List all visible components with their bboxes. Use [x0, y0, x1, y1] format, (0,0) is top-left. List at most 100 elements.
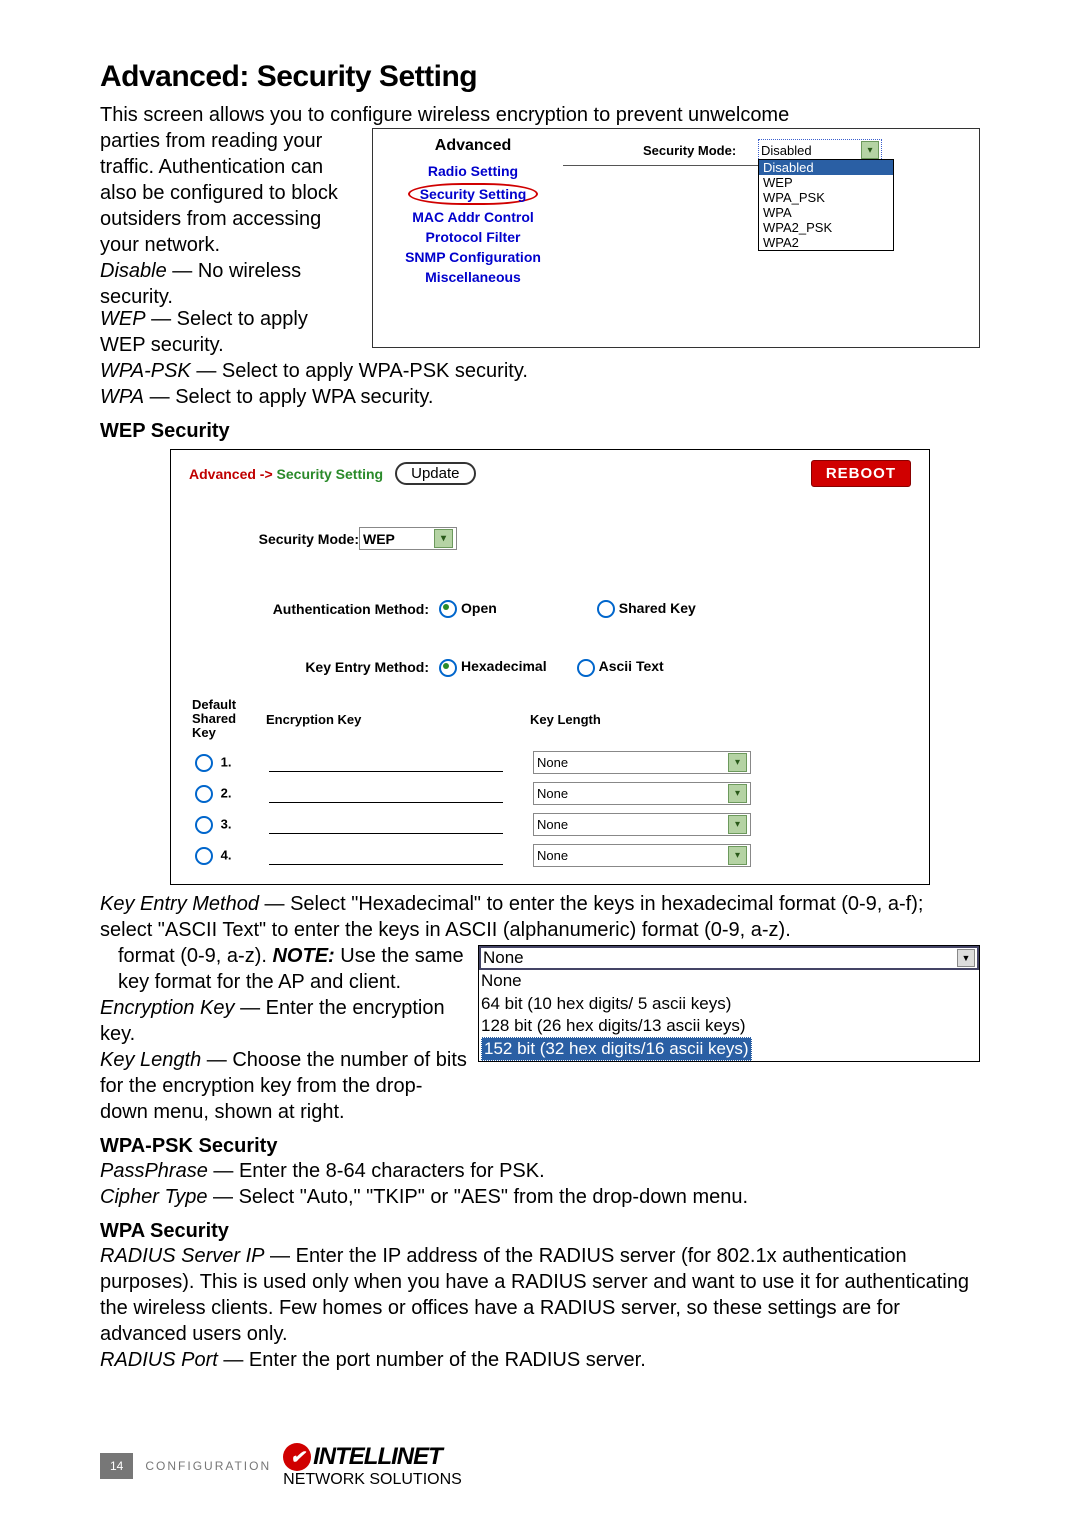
row-num-1: 1. — [221, 754, 232, 769]
kem-hex-radio[interactable] — [439, 659, 457, 677]
auth-open-radio[interactable] — [439, 600, 457, 618]
brand-name: INTELLINET — [313, 1443, 442, 1471]
adv-link-radio[interactable]: Radio Setting — [383, 163, 563, 179]
kl-opt-152[interactable]: 152 bit (32 hex digits/16 ascii keys) — [481, 1037, 752, 1061]
chevron-down-icon[interactable]: ▾ — [728, 784, 747, 803]
passphrase-text: — Enter the 8-64 characters for PSK. — [208, 1160, 545, 1182]
sm-opt-wpa2psk[interactable]: WPA2_PSK — [759, 220, 893, 235]
enckey-label: Encryption Key — [100, 997, 235, 1019]
adv-link-snmp[interactable]: SNMP Configuration — [383, 249, 563, 265]
radius-port-label: RADIUS Port — [100, 1349, 218, 1371]
passphrase-label: PassPhrase — [100, 1160, 208, 1182]
key-length-2[interactable]: None ▾ — [533, 782, 751, 805]
key-table: Default Shared Key Encryption Key Key Le… — [189, 695, 911, 873]
wep-sm-select[interactable]: WEP ▾ — [359, 527, 457, 550]
cipher-label: Cipher Type — [100, 1186, 207, 1208]
sm-opt-wpa2[interactable]: WPA2 — [759, 235, 893, 250]
kem-ascii-radio[interactable] — [577, 659, 595, 677]
auth-shared-radio[interactable] — [597, 600, 615, 618]
sm-opt-wpapsk[interactable]: WPA_PSK — [759, 190, 893, 205]
mode-wpapsk-label: WPA-PSK — [100, 360, 191, 382]
wep-sm-label: Security Mode: — [189, 531, 359, 547]
default-key-3-radio[interactable] — [195, 816, 213, 834]
adv-link-mac[interactable]: MAC Addr Control — [383, 209, 563, 225]
wep-heading: WEP Security — [100, 420, 980, 443]
default-key-1-radio[interactable] — [195, 754, 213, 772]
check-icon: ✔ — [283, 1443, 311, 1471]
advanced-panel: Advanced Radio Setting Security Setting … — [372, 128, 980, 348]
col-enc: Encryption Key — [265, 697, 527, 747]
kl1-val: None — [537, 755, 568, 770]
kl-opt-none[interactable]: None — [481, 970, 977, 992]
key-length-dropdown-open[interactable]: None ▼ None 64 bit (10 hex digits/ 5 asc… — [478, 945, 980, 1061]
auth-shared-label: Shared Key — [619, 600, 696, 616]
encryption-key-4[interactable] — [269, 847, 503, 865]
table-row: 2. None ▾ — [191, 779, 909, 808]
kl2-val: None — [537, 786, 568, 801]
chevron-down-icon[interactable]: ▾ — [728, 815, 747, 834]
kem-desc-label: Key Entry Method — [100, 893, 259, 915]
wpa-heading: WPA Security — [100, 1220, 980, 1243]
row-num-4: 4. — [221, 847, 232, 862]
brand-logo: ✔ INTELLINET — [283, 1443, 462, 1471]
mode-wpa-text: — Select to apply WPA security. — [144, 386, 433, 408]
kl-opt-128[interactable]: 128 bit (26 hex digits/13 ascii keys) — [481, 1015, 977, 1037]
kem-label: Key Entry Method: — [189, 659, 429, 675]
kem-hex-label: Hexadecimal — [461, 658, 547, 674]
sm-opt-wep[interactable]: WEP — [759, 175, 893, 190]
security-mode-label: Security Mode: — [643, 143, 736, 158]
mode-wep-label: WEP — [100, 308, 146, 330]
cipher-text: — Select "Auto," "TKIP" or "AES" from th… — [207, 1186, 748, 1208]
bc-advanced: Advanced -> — [189, 466, 273, 482]
wep-panel: Advanced -> Security Setting Update REBO… — [170, 449, 930, 885]
kl4-val: None — [537, 848, 568, 863]
adv-link-misc[interactable]: Miscellaneous — [383, 269, 563, 285]
sm-opt-disabled[interactable]: Disabled — [759, 160, 893, 175]
wep-breadcrumb: Advanced -> Security Setting — [189, 466, 383, 482]
encryption-key-1[interactable] — [269, 754, 503, 772]
security-mode-dropdown[interactable]: Disabled WEP WPA_PSK WPA WPA2_PSK WPA2 — [758, 159, 894, 251]
row-num-3: 3. — [221, 816, 232, 831]
chevron-down-icon[interactable]: ▾ — [728, 846, 747, 865]
page-number: 14 — [100, 1453, 133, 1479]
intro-line: This screen allows you to configure wire… — [100, 102, 980, 128]
chevron-down-icon[interactable]: ▾ — [728, 753, 747, 772]
default-key-2-radio[interactable] — [195, 785, 213, 803]
row-num-2: 2. — [221, 785, 232, 800]
bc-security: Security Setting — [277, 466, 384, 482]
key-length-1[interactable]: None ▾ — [533, 751, 751, 774]
adv-link-protocol[interactable]: Protocol Filter — [383, 229, 563, 245]
chevron-down-icon[interactable]: ▾ — [434, 529, 453, 548]
kem-ascii-label: Ascii Text — [599, 658, 664, 674]
table-row: 1. None ▾ — [191, 748, 909, 777]
reboot-button[interactable]: REBOOT — [811, 460, 911, 487]
mode-disable-label: Disable — [100, 260, 167, 282]
keylen-label: Key Length — [100, 1049, 201, 1071]
chevron-down-icon[interactable]: ▼ — [957, 949, 975, 967]
auth-label: Authentication Method: — [189, 601, 429, 617]
security-mode-value: Disabled — [761, 143, 812, 158]
encryption-key-2[interactable] — [269, 785, 503, 803]
wep-sm-value: WEP — [363, 531, 395, 547]
col-len: Key Length — [529, 697, 909, 747]
col-default: Default Shared Key — [191, 697, 263, 747]
kem-desc-note-pre: format (0-9, a-z). — [118, 945, 272, 967]
radius-port-text: — Enter the port number of the RADIUS se… — [218, 1349, 646, 1371]
adv-link-security[interactable]: Security Setting — [408, 183, 539, 205]
table-row: 3. None ▾ — [191, 810, 909, 839]
update-button[interactable]: Update — [395, 462, 475, 485]
brand-subtitle: NETWORK SOLUTIONS — [283, 1471, 462, 1489]
chevron-down-icon[interactable]: ▾ — [861, 141, 879, 159]
default-key-4-radio[interactable] — [195, 847, 213, 865]
kl-opt-64[interactable]: 64 bit (10 hex digits/ 5 ascii keys) — [481, 993, 977, 1015]
key-length-3[interactable]: None ▾ — [533, 813, 751, 836]
advanced-menu-title: Advanced — [383, 137, 563, 155]
security-mode-select[interactable]: Disabled ▾ — [758, 139, 882, 161]
auth-open-label: Open — [461, 600, 497, 616]
sm-opt-wpa[interactable]: WPA — [759, 205, 893, 220]
key-length-4[interactable]: None ▾ — [533, 844, 751, 867]
kl-top: None — [483, 948, 524, 968]
kem-note-label: NOTE: — [272, 945, 334, 967]
kl3-val: None — [537, 817, 568, 832]
encryption-key-3[interactable] — [269, 816, 503, 834]
